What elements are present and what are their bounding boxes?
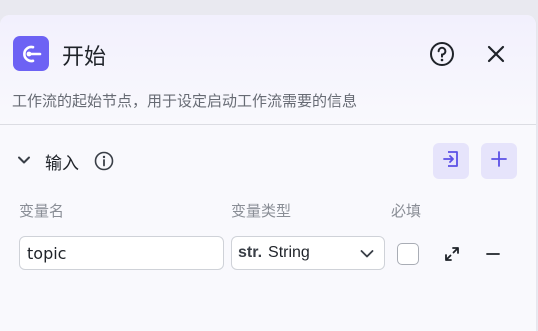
- header-divider: [0, 124, 536, 125]
- variable-name-field[interactable]: [19, 236, 224, 270]
- info-circle-icon[interactable]: [93, 150, 114, 171]
- column-header-name: 变量名: [19, 202, 65, 220]
- plus-icon: [489, 149, 509, 173]
- import-icon: [441, 149, 461, 173]
- variable-name-input[interactable]: [20, 237, 223, 269]
- start-node-icon: [13, 36, 49, 71]
- remove-variable-icon[interactable]: [481, 242, 505, 266]
- start-node-panel: 开始 工作流的起始节点，用于设定启动工作流需要的信息 输入 变量名 变量类型 必…: [0, 15, 537, 331]
- column-header-required: 必填: [391, 202, 422, 220]
- chevron-down-icon: [359, 246, 375, 266]
- add-variable-button[interactable]: [481, 143, 517, 179]
- help-circle-icon[interactable]: [427, 39, 457, 69]
- string-type-icon: str.: [238, 244, 263, 261]
- variable-type-select[interactable]: str. String: [231, 236, 385, 270]
- variable-type-value: String: [268, 244, 310, 261]
- input-section-title: 输入: [45, 154, 79, 174]
- import-variables-button[interactable]: [433, 143, 469, 179]
- chevron-down-icon[interactable]: [14, 150, 34, 170]
- node-description: 工作流的起始节点，用于设定启动工作流需要的信息: [12, 92, 358, 110]
- column-header-type: 变量类型: [231, 202, 292, 220]
- node-title: 开始: [62, 45, 107, 70]
- required-checkbox[interactable]: [397, 243, 419, 265]
- close-icon[interactable]: [481, 39, 511, 69]
- expand-icon[interactable]: [440, 242, 464, 266]
